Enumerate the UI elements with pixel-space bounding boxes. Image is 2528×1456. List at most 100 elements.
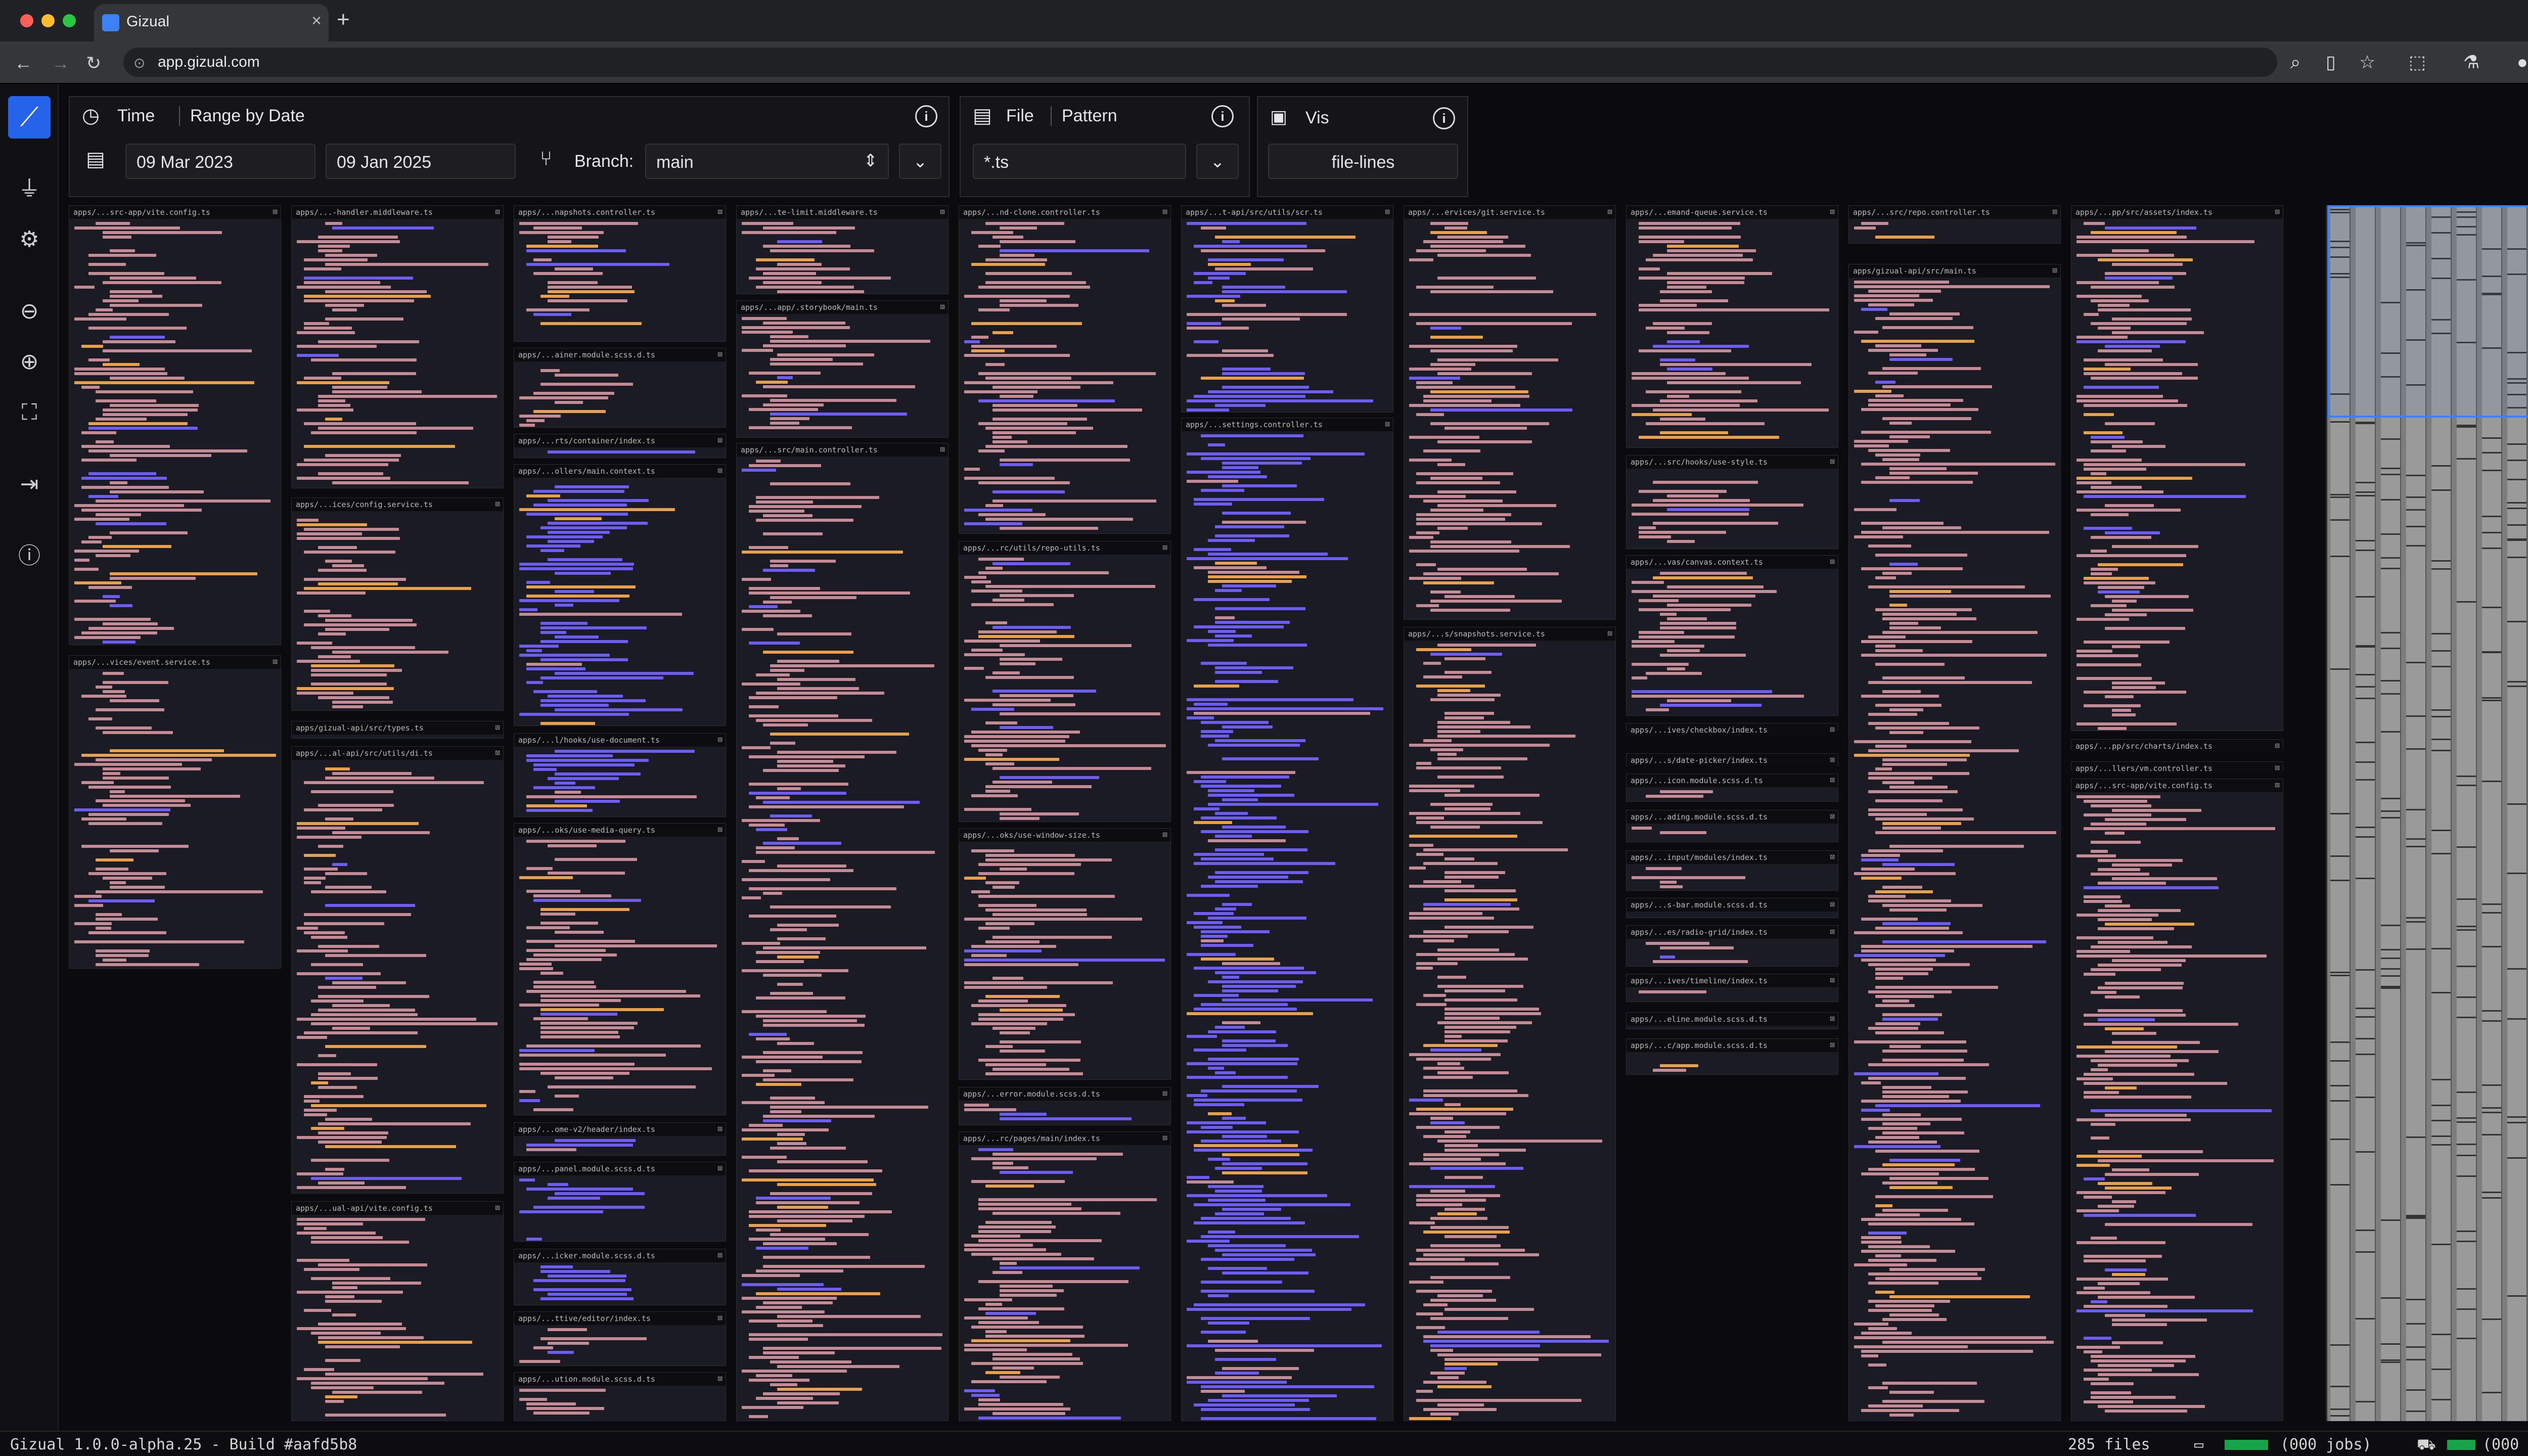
- file-card[interactable]: apps/...s/snapshots.service.ts ⊠: [1404, 627, 1616, 1421]
- expand-icon[interactable]: ⊠: [1830, 755, 1835, 764]
- file-card[interactable]: apps/...pp/src/charts/index.ts ⊠: [2071, 739, 2283, 753]
- file-pattern-field[interactable]: *.ts: [973, 144, 1186, 179]
- file-card[interactable]: apps/...ices/config.service.ts ⊠: [291, 497, 504, 711]
- expand-icon[interactable]: ⊠: [940, 302, 945, 311]
- expand-icon[interactable]: ⊠: [1830, 899, 1835, 909]
- gear-icon[interactable]: ⚙: [13, 223, 46, 256]
- expand-icon[interactable]: ⊠: [495, 499, 500, 509]
- expand-icon[interactable]: ⊠: [1830, 927, 1835, 936]
- file-card[interactable]: apps/...pp/src/assets/index.ts ⊠: [2071, 205, 2283, 731]
- bookmark-star-icon[interactable]: ☆: [2359, 52, 2375, 73]
- file-card[interactable]: apps/...te-limit.middleware.ts ⊠: [736, 205, 949, 294]
- reload-icon[interactable]: ↻: [86, 53, 101, 74]
- expand-icon[interactable]: ⊠: [1830, 557, 1835, 566]
- branch-dropdown-button[interactable]: ⌄: [899, 144, 941, 179]
- expand-icon[interactable]: ⊠: [1830, 724, 1835, 734]
- expand-icon[interactable]: ⊠: [495, 207, 500, 216]
- file-card[interactable]: apps/gizual-api/src/main.ts ⊠: [1848, 264, 2061, 1421]
- expand-icon[interactable]: ⊠: [1607, 207, 1612, 216]
- file-card[interactable]: apps/...t-api/src/utils/scr.ts ⊠: [1181, 205, 1393, 413]
- lab-icon[interactable]: ⚗: [2463, 52, 2479, 73]
- file-card[interactable]: apps/...ervices/git.service.ts ⊠: [1404, 205, 1616, 620]
- expand-icon[interactable]: ⊠: [1830, 775, 1835, 785]
- extensions-icon[interactable]: ⬚: [2409, 52, 2426, 73]
- expand-icon[interactable]: ⊠: [717, 1374, 723, 1383]
- expand-icon[interactable]: ⊠: [2275, 207, 2280, 216]
- file-card[interactable]: apps/gizual-api/src/types.ts ⊠: [291, 721, 504, 739]
- file-card[interactable]: apps/...ual-api/vite.config.ts ⊠: [291, 1201, 504, 1421]
- expand-icon[interactable]: ⊠: [1162, 1133, 1167, 1143]
- file-info-icon[interactable]: i: [1211, 105, 1234, 127]
- file-card[interactable]: apps/...src/main.controller.ts ⊠: [736, 443, 949, 1421]
- expand-icon[interactable]: ⊠: [717, 466, 723, 475]
- file-card[interactable]: apps/...panel.module.scss.d.ts ⊠: [514, 1162, 726, 1242]
- minimize-window-button[interactable]: [41, 14, 55, 27]
- expand-icon[interactable]: ⊠: [717, 825, 723, 834]
- file-card[interactable]: apps/...es/radio-grid/index.ts ⊠: [1626, 925, 1838, 967]
- expand-icon[interactable]: ⊠: [717, 207, 723, 216]
- file-card[interactable]: apps/...al-api/src/utils/di.ts ⊠: [291, 746, 504, 1194]
- file-card[interactable]: apps/...app/.storybook/main.ts ⊠: [736, 300, 949, 438]
- file-card[interactable]: apps/...nd-clone.controller.ts ⊠: [959, 205, 1171, 534]
- file-card[interactable]: apps/...s/date-picker/index.ts ⊠: [1626, 753, 1838, 767]
- end-date-field[interactable]: 09 Jan 2025: [326, 144, 516, 179]
- export-icon[interactable]: ⇥: [13, 468, 46, 500]
- file-card[interactable]: apps/...-handler.middleware.ts ⊠: [291, 205, 504, 488]
- branch-select[interactable]: main ⇕: [645, 144, 889, 179]
- close-tab-icon[interactable]: ×: [311, 11, 322, 31]
- forward-icon[interactable]: →: [52, 53, 70, 74]
- time-info-icon[interactable]: i: [915, 105, 937, 127]
- file-card[interactable]: apps/...llers/vm.controller.ts ⊠: [2071, 761, 2283, 775]
- file-card[interactable]: apps/...icker.module.scss.d.ts ⊠: [514, 1249, 726, 1305]
- zoom-icon[interactable]: ⌕: [2290, 52, 2300, 73]
- expand-icon[interactable]: ⊠: [2275, 741, 2280, 750]
- file-card[interactable]: apps/...s-bar.module.scss.d.ts ⊠: [1626, 898, 1838, 918]
- expand-icon[interactable]: ⊠: [717, 1250, 723, 1260]
- file-card[interactable]: apps/...src/repo.controller.ts ⊠: [1848, 205, 2061, 244]
- vis-mode-select[interactable]: file-lines: [1268, 144, 1458, 179]
- file-dropdown-button[interactable]: ⌄: [1196, 144, 1239, 179]
- expand-icon[interactable]: ⊠: [2052, 265, 2057, 275]
- vis-info-icon[interactable]: i: [1433, 107, 1455, 129]
- expand-icon[interactable]: ⊠: [1607, 628, 1612, 638]
- file-card[interactable]: apps/...settings.controller.ts ⊠: [1181, 418, 1393, 1421]
- file-card[interactable]: apps/...src/hooks/use-style.ts ⊠: [1626, 455, 1838, 549]
- profile-icon[interactable]: ●: [2517, 52, 2528, 73]
- expand-icon[interactable]: ⊠: [717, 1124, 723, 1133]
- expand-icon[interactable]: ⊠: [1162, 542, 1167, 552]
- expand-icon[interactable]: ⊠: [1162, 1088, 1167, 1098]
- page-icon[interactable]: ▯: [2326, 52, 2336, 73]
- expand-icon[interactable]: ⊠: [717, 349, 723, 359]
- time-mode-select[interactable]: Range by Date: [179, 106, 305, 126]
- file-card[interactable]: apps/...rc/pages/main/index.ts ⊠: [959, 1131, 1171, 1421]
- file-card[interactable]: apps/...rc/utils/repo-utils.ts ⊠: [959, 541, 1171, 822]
- expand-icon[interactable]: ⊠: [1385, 207, 1390, 216]
- file-card[interactable]: apps/...oks/use-window-size.ts ⊠: [959, 828, 1171, 1080]
- file-mode-select[interactable]: Pattern: [1051, 106, 1117, 126]
- file-card[interactable]: apps/...eline.module.scss.d.ts ⊠: [1626, 1012, 1838, 1029]
- back-icon[interactable]: ←: [14, 53, 32, 74]
- file-card[interactable]: apps/...vas/canvas.context.ts ⊠: [1626, 555, 1838, 716]
- file-card[interactable]: apps/...icon.module.scss.d.ts ⊠: [1626, 774, 1838, 802]
- start-date-field[interactable]: 09 Mar 2023: [125, 144, 315, 179]
- file-card[interactable]: apps/...ading.module.scss.d.ts ⊠: [1626, 810, 1838, 842]
- expand-icon[interactable]: ⊠: [1162, 207, 1167, 216]
- file-card[interactable]: apps/...rts/container/index.ts ⊠: [514, 434, 726, 458]
- file-card[interactable]: apps/...c/app.module.scss.d.ts ⊠: [1626, 1038, 1838, 1075]
- file-card[interactable]: apps/...ttive/editor/index.ts ⊠: [514, 1311, 726, 1366]
- expand-icon[interactable]: ⊠: [940, 207, 945, 216]
- maximize-window-button[interactable]: [63, 14, 76, 27]
- file-card[interactable]: apps/...ution.module.scss.d.ts ⊠: [514, 1372, 726, 1421]
- site-info-icon[interactable]: ⊙: [133, 55, 145, 71]
- expand-icon[interactable]: ⊠: [717, 435, 723, 445]
- file-card[interactable]: apps/...l/hooks/use-document.ts ⊠: [514, 733, 726, 817]
- file-card[interactable]: apps/...ome-v2/header/index.ts ⊠: [514, 1122, 726, 1156]
- file-card[interactable]: apps/...input/modules/index.ts ⊠: [1626, 850, 1838, 891]
- file-card[interactable]: apps/...vices/event.service.ts ⊠: [69, 655, 281, 969]
- url-field[interactable]: ⊙ app.gizual.com: [123, 48, 2277, 77]
- file-card[interactable]: apps/...src-app/vite.config.ts ⊠: [69, 205, 281, 645]
- expand-icon[interactable]: ⊠: [1830, 1014, 1835, 1023]
- expand-icon[interactable]: ⊠: [273, 207, 278, 216]
- file-lines-canvas[interactable]: apps/...src-app/vite.config.ts ⊠ apps/...v…: [69, 205, 2283, 1421]
- expand-icon[interactable]: ⊠: [1830, 811, 1835, 821]
